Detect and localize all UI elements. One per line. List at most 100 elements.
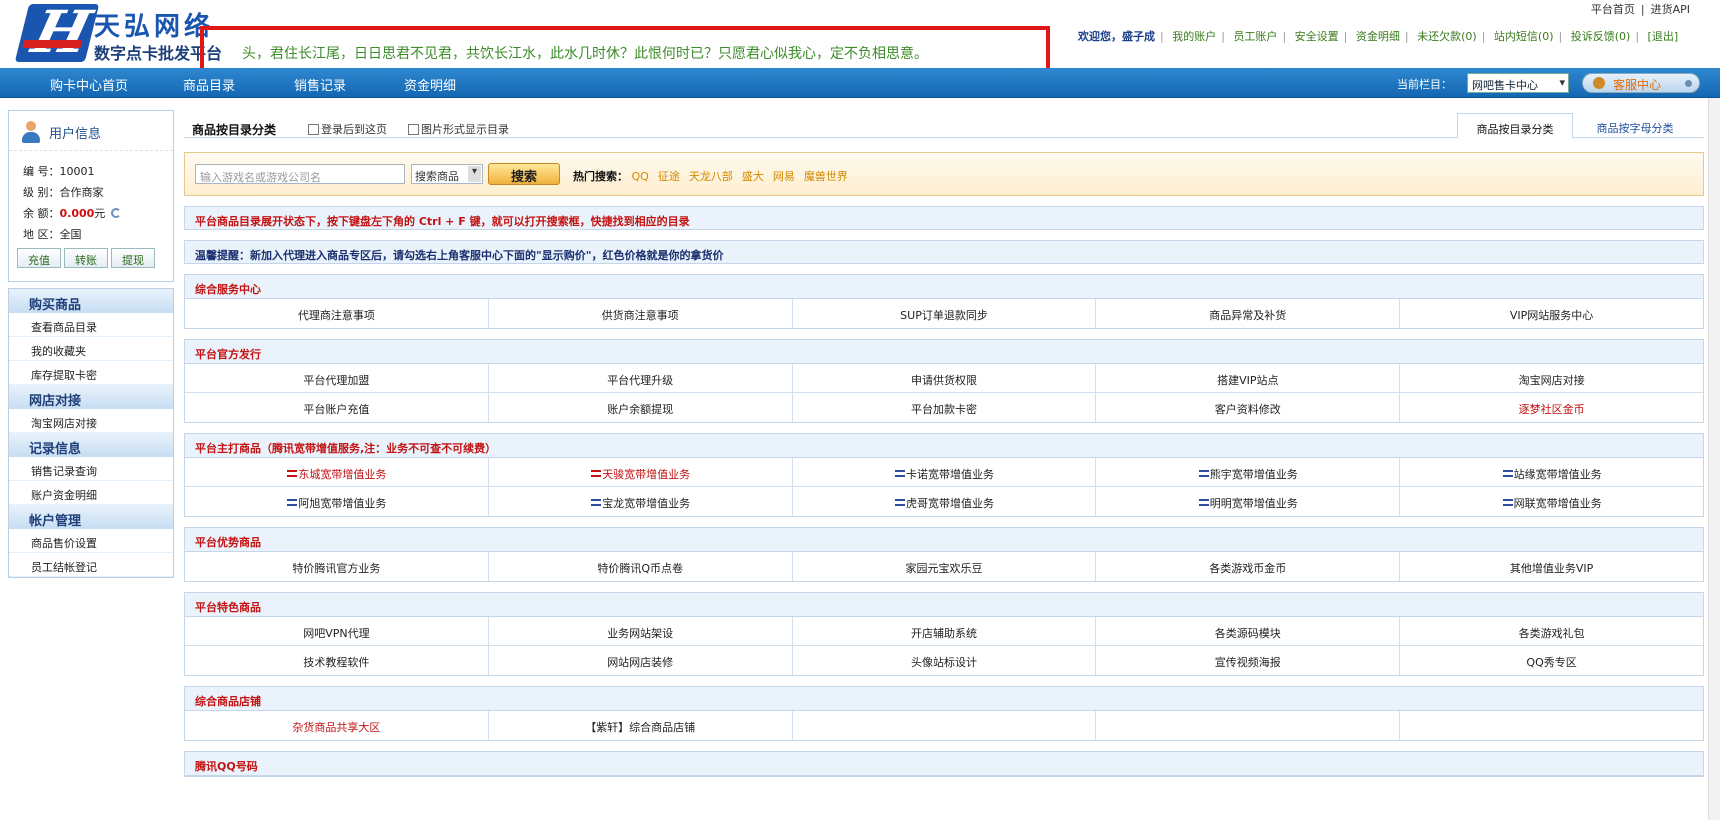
nav-sales[interactable]: 销售记录 bbox=[294, 75, 346, 94]
catalog-link[interactable]: 其他增值业务VIP bbox=[1400, 552, 1703, 581]
menu-item[interactable]: 库存提取卡密 bbox=[9, 361, 173, 385]
catalog-link bbox=[1096, 711, 1401, 740]
tab-by-category[interactable]: 商品按目录分类 bbox=[1457, 113, 1573, 139]
catalog-link[interactable]: 淘宝网店对接 bbox=[1400, 364, 1703, 392]
user-info-panel: 用户信息 编 号：10001 级 别：合作商家 余 额：0.000元 地 区：全… bbox=[8, 110, 174, 282]
link-debt[interactable]: 未还欠款(0) bbox=[1414, 30, 1480, 43]
checkbox-image-mode[interactable]: 图片形式显示目录 bbox=[408, 121, 509, 137]
catalog-link[interactable]: 搭建VIP站点 bbox=[1096, 364, 1401, 392]
catalog-link[interactable]: 宣传视频海报 bbox=[1096, 646, 1401, 675]
catalog-link[interactable]: 东城宽带增值业务 bbox=[185, 458, 489, 486]
catalog-link[interactable]: 特价腾讯官方业务 bbox=[185, 552, 489, 581]
link-messages[interactable]: 站内短信(0) bbox=[1491, 30, 1557, 43]
catalog-link[interactable]: 平台加款卡密 bbox=[793, 393, 1097, 422]
catalog-section: 平台优势商品 特价腾讯官方业务 特价腾讯Q币点卷 家园元宝欢乐豆 各类游戏币金币 其他增值… bbox=[184, 527, 1704, 582]
tab-by-alphabet[interactable]: 商品按字母分类 bbox=[1577, 113, 1693, 139]
hot-shanda[interactable]: 盛大 bbox=[742, 170, 764, 183]
menu-item[interactable]: 查看商品目录 bbox=[9, 313, 173, 337]
section-row: 网吧VPN代理 业务网站架设 开店辅助系统 各类源码模块 各类游戏礼包 bbox=[185, 617, 1703, 646]
withdraw-button[interactable]: 提现 bbox=[111, 248, 155, 268]
catalog-link[interactable]: 代理商注意事项 bbox=[185, 299, 489, 328]
catalog-link[interactable]: 网站网店装修 bbox=[489, 646, 793, 675]
link-security[interactable]: 安全设置 bbox=[1292, 30, 1342, 43]
catalog-link[interactable]: 虎哥宽带增值业务 bbox=[793, 487, 1097, 516]
menu-group-header[interactable]: 购买商品 bbox=[9, 289, 173, 313]
customer-service-button[interactable]: 客服中心 bbox=[1582, 73, 1700, 93]
link-logout[interactable]: [退出] bbox=[1645, 30, 1682, 43]
catalog-link-prefix: 东城宽带增值业务 bbox=[298, 468, 387, 481]
catalog-link[interactable]: VIP网站服务中心 bbox=[1400, 299, 1703, 328]
hot-zhengtu[interactable]: 征途 bbox=[658, 170, 680, 183]
catalog-link[interactable]: 熊宇宽带增值业务 bbox=[1096, 458, 1401, 486]
recharge-button[interactable]: 充值 bbox=[17, 248, 61, 268]
search-input[interactable]: 输入游戏名或游戏公司名 bbox=[195, 164, 405, 184]
nav-funds[interactable]: 资金明细 bbox=[404, 75, 456, 94]
catalog-link[interactable]: 各类游戏币金币 bbox=[1096, 552, 1401, 581]
hot-qq[interactable]: QQ bbox=[632, 170, 649, 183]
transfer-button[interactable]: 转账 bbox=[64, 248, 108, 268]
catalog-link[interactable]: 平台代理加盟 bbox=[185, 364, 489, 392]
catalog-link[interactable]: 天骏宽带增值业务 bbox=[489, 458, 793, 486]
hot-wow[interactable]: 魔兽世界 bbox=[804, 170, 848, 183]
catalog-link[interactable]: 逐梦社区金币 bbox=[1400, 393, 1703, 422]
catalog-link[interactable]: 业务网站架设 bbox=[489, 617, 793, 645]
catalog-link-prefix: 阿旭宽带增值业务 bbox=[298, 497, 387, 510]
menu-item[interactable]: 淘宝网店对接 bbox=[9, 409, 173, 433]
page-scrollbar[interactable] bbox=[1708, 98, 1720, 820]
catalog-link[interactable]: 商品异常及补货 bbox=[1096, 299, 1401, 328]
catalog-link[interactable]: 阿旭宽带增值业务 bbox=[185, 487, 489, 516]
section-row: 平台账户充值 账户余额提现 平台加款卡密 客户资料修改 逐梦社区金币 bbox=[185, 393, 1703, 422]
hot-netease[interactable]: 网易 bbox=[773, 170, 795, 183]
search-type-select[interactable]: 搜索商品 bbox=[411, 164, 483, 184]
catalog-link[interactable]: 各类游戏礼包 bbox=[1400, 617, 1703, 645]
catalog-link[interactable]: SUP订单退款同步 bbox=[793, 299, 1097, 328]
checkbox-login-landing[interactable]: 登录后到这页 bbox=[308, 121, 387, 137]
refresh-icon[interactable] bbox=[111, 208, 122, 218]
menu-item[interactable]: 销售记录查询 bbox=[9, 457, 173, 481]
catalog-link[interactable]: 申请供货权限 bbox=[793, 364, 1097, 392]
catalog-link[interactable]: 平台账户充值 bbox=[185, 393, 489, 422]
catalog-link[interactable]: 卡诺宽带增值业务 bbox=[793, 458, 1097, 486]
catalog-link[interactable]: 特价腾讯Q币点卷 bbox=[489, 552, 793, 581]
link-funds[interactable]: 资金明细 bbox=[1353, 30, 1403, 43]
catalog-link[interactable]: 各类源码模块 bbox=[1096, 617, 1401, 645]
catalog-link[interactable]: 供货商注意事项 bbox=[489, 299, 793, 328]
catalog-link[interactable]: 杂货商品共享大区 bbox=[185, 711, 489, 740]
nav-home[interactable]: 购卡中心首页 bbox=[50, 75, 128, 94]
link-feedback[interactable]: 投诉反馈(0) bbox=[1568, 30, 1634, 43]
catalog-link[interactable]: 站缘宽带增值业务 bbox=[1400, 458, 1703, 486]
menu-item[interactable]: 我的收藏夹 bbox=[9, 337, 173, 361]
catalog-link[interactable]: 【紫轩】综合商品店铺 bbox=[489, 711, 793, 740]
menu-group-header[interactable]: 帐户管理 bbox=[9, 505, 173, 529]
catalog-link[interactable]: QQ秀专区 bbox=[1400, 646, 1703, 675]
menu-item[interactable]: 账户资金明细 bbox=[9, 481, 173, 505]
link-staff-account[interactable]: 员工账户 bbox=[1230, 30, 1280, 43]
section-select[interactable]: 网吧售卡中心 bbox=[1467, 73, 1569, 93]
catalog-link[interactable]: 开店辅助系统 bbox=[793, 617, 1097, 645]
catalog-section: 平台特色商品 网吧VPN代理 业务网站架设 开店辅助系统 各类源码模块 各类游戏礼包 技术教… bbox=[184, 592, 1704, 676]
link-my-account[interactable]: 我的账户 bbox=[1169, 30, 1219, 43]
section-row: 代理商注意事项 供货商注意事项 SUP订单退款同步 商品异常及补货 VIP网站服务中心 bbox=[185, 299, 1703, 328]
catalog-link[interactable]: 客户资料修改 bbox=[1096, 393, 1401, 422]
catalog-link[interactable]: 家园元宝欢乐豆 bbox=[793, 552, 1097, 581]
catalog-link[interactable]: 宝龙宽带增值业务 bbox=[489, 487, 793, 516]
menu-group-header[interactable]: 记录信息 bbox=[9, 433, 173, 457]
marquee-text: 头，君住长江尾，日日思君不见君，共饮长江水，此水几时休？此恨何时已？只愿君心似我… bbox=[242, 46, 928, 62]
hot-tianlong[interactable]: 天龙八部 bbox=[689, 170, 733, 183]
catalog-link[interactable]: 平台代理升级 bbox=[489, 364, 793, 392]
catalog-link[interactable]: 技术教程软件 bbox=[185, 646, 489, 675]
catalog-link[interactable]: 明明宽带增值业务 bbox=[1096, 487, 1401, 516]
flag-icon bbox=[894, 470, 905, 477]
search-button[interactable]: 搜索 bbox=[488, 163, 560, 185]
menu-item[interactable]: 商品售价设置 bbox=[9, 529, 173, 553]
menu-group-header[interactable]: 网店对接 bbox=[9, 385, 173, 409]
section-title: 综合商品店铺 bbox=[185, 687, 1703, 711]
catalog-link[interactable]: 网吧VPN代理 bbox=[185, 617, 489, 645]
link-api[interactable]: 进货API bbox=[1645, 3, 1696, 16]
catalog-link[interactable]: 网联宽带增值业务 bbox=[1400, 487, 1703, 516]
link-home[interactable]: 平台首页 bbox=[1585, 3, 1641, 16]
catalog-link[interactable]: 账户余额提现 bbox=[489, 393, 793, 422]
menu-item[interactable]: 员工结帐登记 bbox=[9, 553, 173, 577]
catalog-link[interactable]: 头像站标设计 bbox=[793, 646, 1097, 675]
nav-catalog[interactable]: 商品目录 bbox=[183, 75, 235, 94]
